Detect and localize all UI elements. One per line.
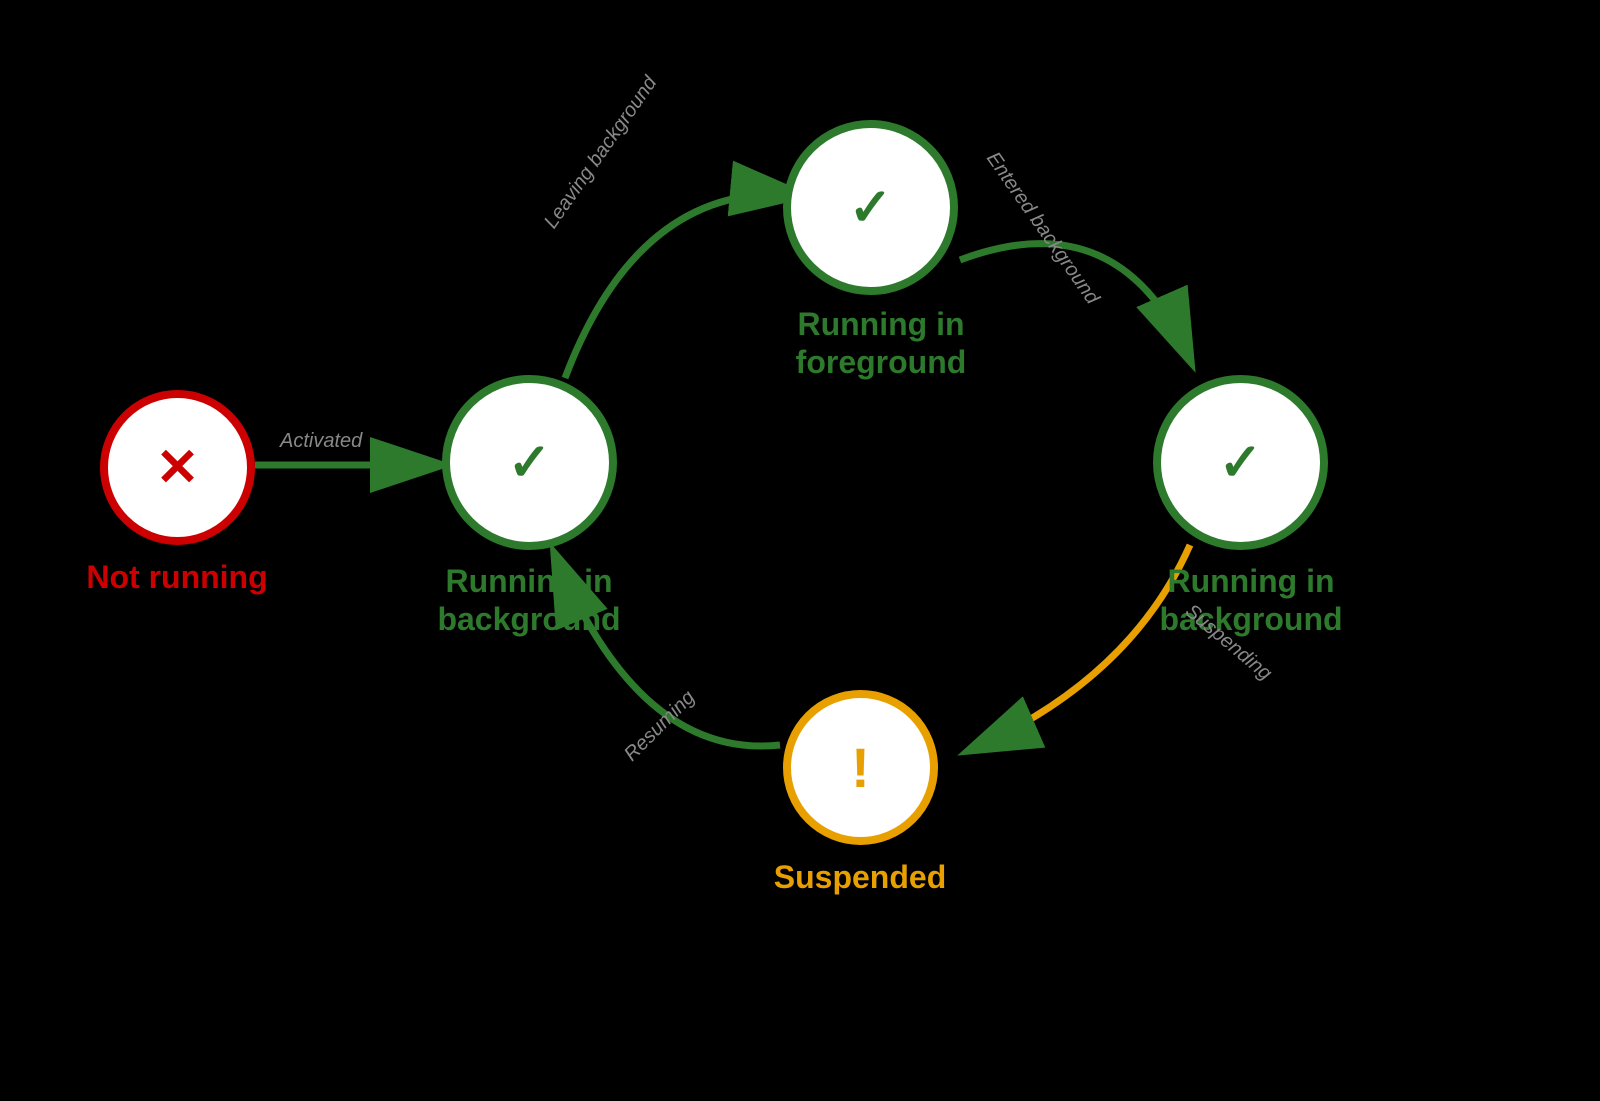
suspended-circle: ! [783,690,938,845]
check-icon-fg: ✓ [849,182,893,234]
not-running-circle: ✕ [100,390,255,545]
exclaim-icon: ! [851,740,870,796]
leaving-background-transition-label: Leaving background [540,72,662,233]
entered-background-transition-label: Entered background [981,148,1103,309]
running-bg-right-label: Running inbackground [1090,562,1412,639]
not-running-label: Not running [52,558,302,596]
running-bg-left-label: Running inbackground [368,562,690,639]
running-bg-right-circle: ✓ [1153,375,1328,550]
x-icon: ✕ [156,442,200,494]
activated-transition-label: Activated [280,430,362,453]
resuming-transition-label: Resuming [620,686,700,766]
running-fg-label: Running inforeground [720,305,1042,382]
running-fg-circle: ✓ [783,120,958,295]
check-icon-bg-right: ✓ [1219,437,1263,489]
check-icon-bg-left: ✓ [508,437,552,489]
diagram-container: ✕ Not running ✓ Running inbackground ✓ R… [0,0,1600,1101]
suspended-label: Suspended [720,858,1000,896]
running-bg-left-circle: ✓ [442,375,617,550]
